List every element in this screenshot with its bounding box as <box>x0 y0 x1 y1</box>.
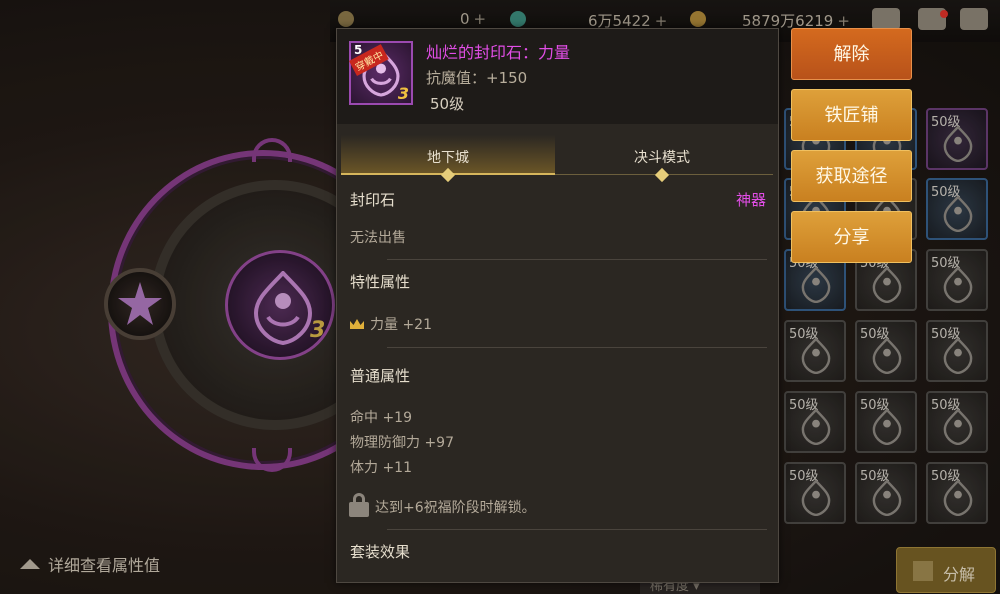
inventory-slot[interactable]: 50级 <box>926 178 988 240</box>
normal-attributes-title: 普通属性 <box>350 367 411 385</box>
unlock-hint: 达到+6祝福阶段时解锁。 <box>375 500 536 516</box>
seal-emblem-icon <box>872 338 902 374</box>
divider <box>387 259 767 260</box>
tab-dungeon[interactable]: 地下城 <box>341 135 555 183</box>
inventory-slot[interactable]: 50级 <box>926 391 988 453</box>
item-tooltip-panel: 5 穿戴中 3 灿烂的封印石：力量 抗魔值：+150 50级 地下城 决斗模式 … <box>336 28 779 583</box>
divider <box>387 529 767 530</box>
normal-attribute: 命中 +19 <box>350 410 412 426</box>
item-rarity: 神器 <box>735 191 766 209</box>
set-effect-title: 套装效果 <box>350 543 411 561</box>
sell-status: 无法出售 <box>350 230 406 246</box>
seal-emblem-icon <box>943 409 973 445</box>
inventory-slot[interactable]: 50级 <box>855 391 917 453</box>
seal-emblem-icon <box>943 480 973 516</box>
view-attribute-details-link[interactable]: 详细查看属性值 <box>20 552 160 576</box>
item-level: 50级 <box>430 95 465 113</box>
equipped-seal-slot[interactable] <box>225 250 335 360</box>
item-icon: 5 穿戴中 3 <box>349 41 413 105</box>
decompose-icon <box>913 561 933 581</box>
seal-emblem-icon <box>253 271 313 345</box>
inventory-slot[interactable]: 50级 <box>784 391 846 453</box>
acquire-path-button[interactable]: 获取途径 <box>791 150 912 202</box>
seal-emblem-icon <box>943 338 973 374</box>
inventory-slot[interactable]: 50级 <box>926 462 988 524</box>
tab-duel[interactable]: 决斗模式 <box>555 135 769 183</box>
inventory-slot[interactable]: 50级 <box>784 320 846 382</box>
chat-icon[interactable] <box>960 8 988 30</box>
inventory-slot[interactable]: 50级 <box>926 320 988 382</box>
inventory-slot[interactable]: 50级 <box>855 320 917 382</box>
item-name: 灿烂的封印石：力量 <box>426 43 571 62</box>
special-attributes-title: 特性属性 <box>350 273 411 291</box>
seal-emblem-icon <box>801 409 831 445</box>
seal-emblem-icon <box>943 126 973 162</box>
seal-emblem-icon <box>872 480 902 516</box>
item-magic-resist: 抗魔值：+150 <box>426 69 528 87</box>
seal-emblem-icon <box>872 409 902 445</box>
gold-icon <box>690 11 706 27</box>
normal-attribute: 体力 +11 <box>350 460 412 476</box>
special-attribute: 力量 +21 <box>350 314 432 334</box>
share-button[interactable]: 分享 <box>791 211 912 263</box>
diamond-icon <box>654 167 670 183</box>
seal-emblem-icon <box>943 196 973 232</box>
currency-1[interactable]: 0 + <box>460 10 486 28</box>
diamond-icon <box>440 167 456 183</box>
divider <box>387 347 767 348</box>
unequip-button[interactable]: 解除 <box>791 28 912 80</box>
mode-tabs: 地下城 决斗模式 <box>341 135 773 183</box>
normal-attribute: 物理防御力 +97 <box>350 435 454 451</box>
seal-emblem-icon <box>801 267 831 303</box>
crown-icon <box>350 319 364 329</box>
item-header: 5 穿戴中 3 灿烂的封印石：力量 抗魔值：+150 50级 <box>337 29 778 124</box>
inventory-slot[interactable]: 50级 <box>855 462 917 524</box>
inventory-slot[interactable]: 50级 <box>784 462 846 524</box>
item-type: 封印石 <box>350 191 396 209</box>
gold-coin-icon <box>338 11 354 27</box>
blacksmith-button[interactable]: 铁匠铺 <box>791 89 912 141</box>
lock-icon <box>349 493 369 517</box>
seal-emblem-icon <box>872 267 902 303</box>
treasure-icon[interactable] <box>872 8 900 30</box>
seal-grade-number: 3 <box>310 318 326 343</box>
decompose-button[interactable]: 分解 <box>896 547 996 593</box>
inventory-slot[interactable]: 50级 <box>926 108 988 170</box>
crystal-icon <box>510 11 526 27</box>
mail-notification-dot <box>940 10 948 18</box>
star-gem-icon <box>118 282 162 325</box>
triangle-up-icon <box>20 559 40 569</box>
seal-emblem-icon <box>943 267 973 303</box>
inventory-slot[interactable]: 50级 <box>926 249 988 311</box>
item-grade-number: 3 <box>397 84 409 103</box>
side-seal-slot[interactable] <box>104 268 176 340</box>
seal-emblem-icon <box>801 338 831 374</box>
seal-emblem-icon <box>801 480 831 516</box>
